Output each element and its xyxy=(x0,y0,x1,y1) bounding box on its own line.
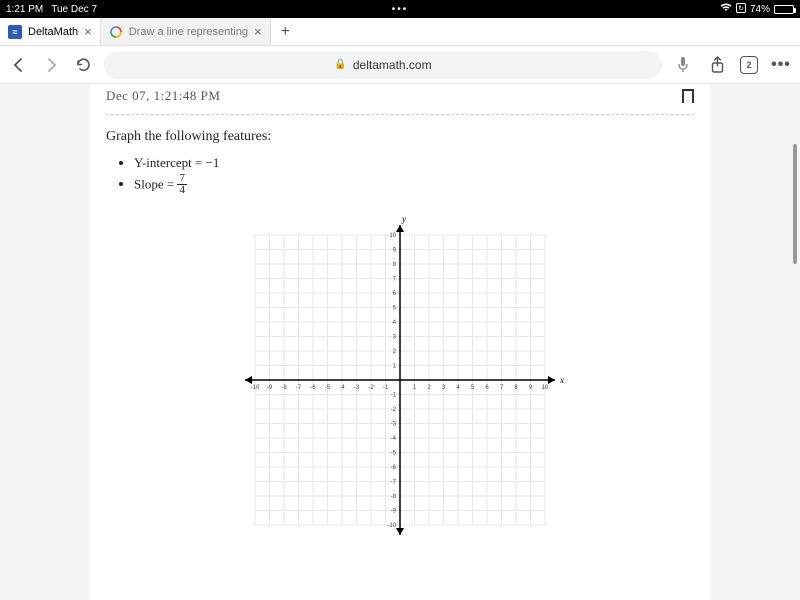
status-date: Tue Dec 7 xyxy=(51,4,97,15)
back-button[interactable] xyxy=(8,54,30,76)
content-area: Dec 07, 1:21:48 PM Graph the following f… xyxy=(0,84,800,600)
svg-text:-5: -5 xyxy=(325,385,331,391)
svg-text:5: 5 xyxy=(393,306,397,312)
svg-text:-4: -4 xyxy=(339,385,345,391)
y-intercept-item: Y-intercept = −1 xyxy=(134,155,694,171)
svg-text:6: 6 xyxy=(393,291,397,297)
svg-text:-5: -5 xyxy=(391,451,397,457)
status-home-indicator: ••• xyxy=(392,4,409,15)
svg-text:-10: -10 xyxy=(251,385,260,391)
svg-text:-1: -1 xyxy=(383,385,389,391)
svg-text:8: 8 xyxy=(393,262,397,268)
svg-text:1: 1 xyxy=(413,385,417,391)
url-bar[interactable]: 🔒 deltamath.com xyxy=(104,51,662,79)
close-icon[interactable]: × xyxy=(254,24,262,39)
svg-text:8: 8 xyxy=(514,385,518,391)
battery-icon xyxy=(774,5,794,14)
problem-timestamp: Dec 07, 1:21:48 PM xyxy=(106,88,220,104)
ios-status-bar: 1:21 PM Tue Dec 7 ••• ↻ 74% xyxy=(0,0,800,18)
svg-text:3: 3 xyxy=(442,385,446,391)
tab-google-search[interactable]: Draw a line representing × xyxy=(101,18,271,45)
divider xyxy=(106,114,694,115)
tab-title: Draw a line representing xyxy=(129,26,248,38)
svg-text:-7: -7 xyxy=(391,480,397,486)
slope-item: Slope = 74 xyxy=(134,174,694,197)
problem-prompt: Graph the following features: xyxy=(106,129,694,145)
lock-icon: 🔒 xyxy=(334,59,346,70)
url-host: deltamath.com xyxy=(353,58,432,72)
svg-text:-2: -2 xyxy=(391,407,397,413)
svg-text:10: 10 xyxy=(389,233,396,239)
svg-text:-3: -3 xyxy=(391,422,397,428)
feature-list: Y-intercept = −1 Slope = 74 xyxy=(134,155,694,197)
svg-text:2: 2 xyxy=(427,385,431,391)
browser-tab-bar: ≈ DeltaMath × Draw a line representing ×… xyxy=(0,18,800,46)
svg-text:1: 1 xyxy=(393,364,397,370)
svg-text:-8: -8 xyxy=(391,494,397,500)
tab-count-button[interactable]: 2 xyxy=(740,56,758,74)
svg-text:-2: -2 xyxy=(368,385,374,391)
deltamath-favicon: ≈ xyxy=(8,25,22,39)
svg-text:7: 7 xyxy=(393,277,397,283)
svg-text:-3: -3 xyxy=(354,385,360,391)
svg-text:-6: -6 xyxy=(310,385,316,391)
svg-text:-9: -9 xyxy=(391,509,397,515)
page-content: Dec 07, 1:21:48 PM Graph the following f… xyxy=(90,84,710,600)
svg-text:-9: -9 xyxy=(267,385,273,391)
reload-button[interactable] xyxy=(72,54,94,76)
svg-text:-4: -4 xyxy=(391,436,397,442)
svg-text:4: 4 xyxy=(456,385,460,391)
svg-text:y: y xyxy=(401,215,406,224)
menu-button[interactable]: ••• xyxy=(770,54,792,76)
svg-text:-10: -10 xyxy=(387,523,396,529)
tab-deltamath[interactable]: ≈ DeltaMath × xyxy=(0,18,101,45)
svg-text:7: 7 xyxy=(500,385,504,391)
rotation-lock-icon: ↻ xyxy=(736,3,746,16)
svg-text:x: x xyxy=(559,375,564,385)
share-button[interactable] xyxy=(706,54,728,76)
tab-title: DeltaMath xyxy=(28,26,78,38)
browser-nav-bar: 🔒 deltamath.com 2 ••• xyxy=(0,46,800,84)
svg-text:9: 9 xyxy=(529,385,533,391)
forward-button[interactable] xyxy=(40,54,62,76)
svg-text:10: 10 xyxy=(542,385,549,391)
svg-text:5: 5 xyxy=(471,385,475,391)
svg-text:3: 3 xyxy=(393,335,397,341)
wifi-icon xyxy=(720,3,732,15)
mic-button[interactable] xyxy=(672,54,694,76)
new-tab-button[interactable]: + xyxy=(271,18,300,45)
battery-percent: 74% xyxy=(750,4,770,15)
svg-text:-8: -8 xyxy=(281,385,287,391)
coordinate-plane[interactable]: -10 -9 -8 -7 -6 -5 -4 -3 -2 -1 1 2 3 4 5 6 7 8 9 10 -10 -9 -8 -… xyxy=(235,215,565,545)
svg-text:2: 2 xyxy=(393,349,397,355)
close-icon[interactable]: × xyxy=(84,24,92,39)
svg-text:-6: -6 xyxy=(391,465,397,471)
scrollbar[interactable] xyxy=(793,144,797,264)
svg-text:6: 6 xyxy=(485,385,489,391)
svg-text:↻: ↻ xyxy=(738,5,744,12)
google-favicon xyxy=(109,25,123,39)
svg-text:4: 4 xyxy=(393,320,397,326)
svg-text:-1: -1 xyxy=(391,393,397,399)
bookmark-icon[interactable] xyxy=(682,89,694,103)
svg-text:-7: -7 xyxy=(296,385,302,391)
svg-text:9: 9 xyxy=(393,248,397,254)
status-time: 1:21 PM xyxy=(6,4,43,15)
